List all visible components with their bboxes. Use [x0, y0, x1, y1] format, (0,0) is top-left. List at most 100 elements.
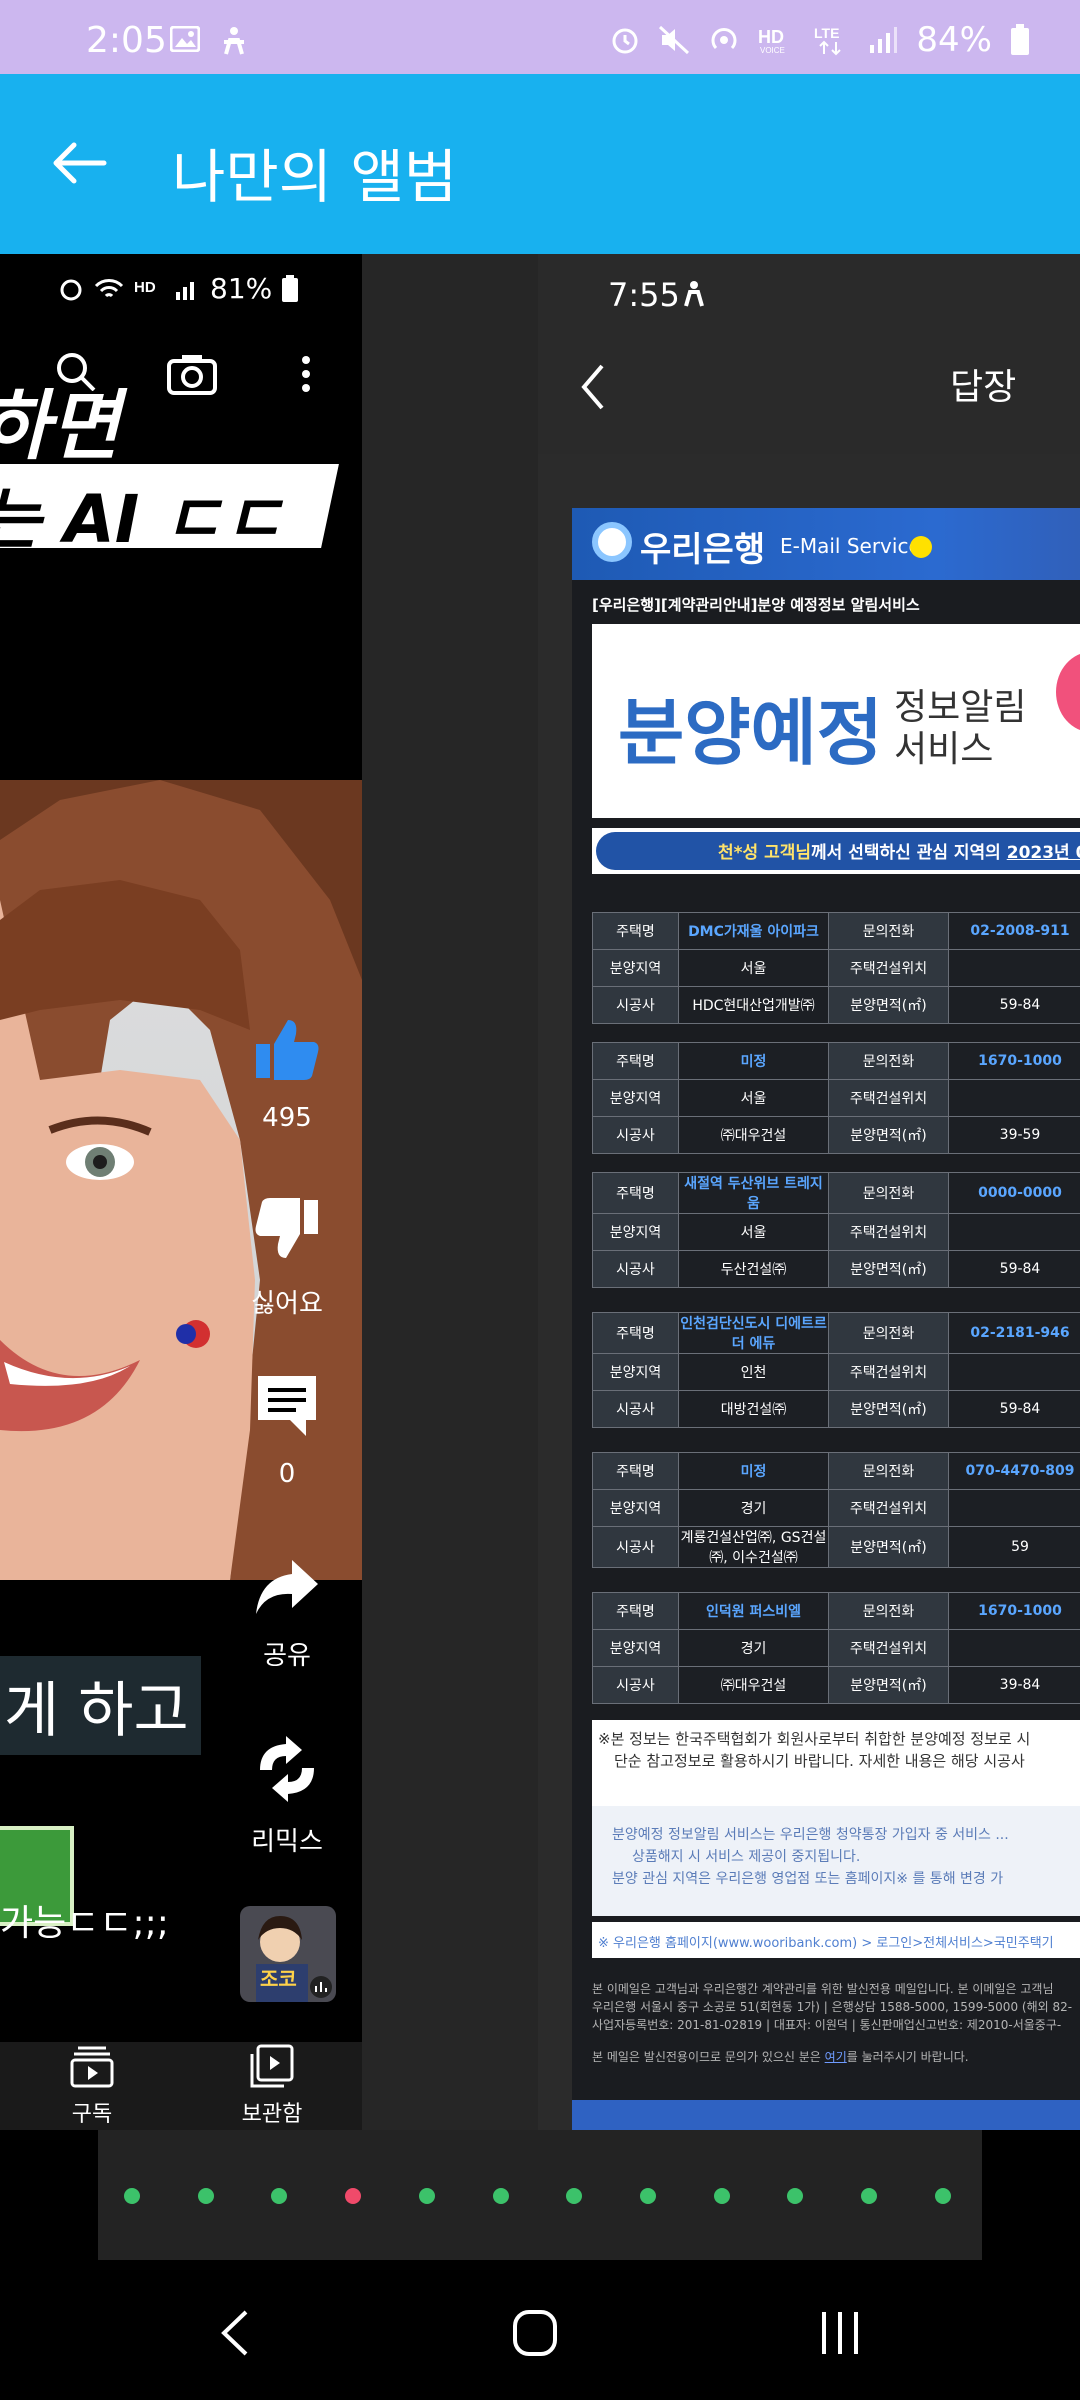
right-status-time: 7:55	[608, 276, 680, 314]
table-label: 주택명	[592, 1452, 679, 1490]
page-dot[interactable]	[197, 2188, 214, 2204]
hd-voice-icon: HD	[134, 279, 156, 296]
page-dot[interactable]	[492, 2188, 509, 2204]
nav-home-icon[interactable]	[505, 2308, 565, 2358]
video-caption-2: 가능ㄷㄷ;;;	[0, 1903, 169, 1944]
screen: 2:05 HD VOICE LTE 84% 나만의 앨범 HD 81% 면 는 …	[0, 0, 1080, 2400]
alarm-icon	[60, 279, 82, 300]
page-dot[interactable]	[861, 2188, 877, 2204]
page-dot[interactable]	[566, 2188, 583, 2204]
table-cell-empty	[948, 1353, 1080, 1391]
page-dot[interactable]	[639, 2188, 656, 2204]
note-line-2: 단순 참고정보로 활용하시기 바랍니다. 자세한 내용은 해당 시공사	[614, 1752, 1025, 1770]
status-bar: 2:05 HD VOICE LTE 84%	[0, 0, 1080, 74]
homepage-link-row: ※ 우리은행 홈페이지(www.wooribank.com) > 로그인>전체서…	[592, 1922, 1080, 1958]
footer-line-2: 우리은행 서울시 중구 소공로 51(회현동 1가) | 은행상담 1588-5…	[592, 2000, 1073, 2014]
table-cell-name: 미정	[678, 1452, 829, 1490]
table-cell-name: DMC가재울 아이파크	[678, 912, 829, 950]
back-chevron-icon[interactable]	[578, 362, 608, 412]
like-count: 495	[262, 1103, 312, 1133]
nav-subscriptions[interactable]: 구독	[42, 2042, 142, 2128]
screenshot-left[interactable]: HD 81% 하면 는 AI ㄷㄷ	[0, 254, 362, 2130]
like-button[interactable]: 495	[232, 1014, 342, 1133]
table-label: 주택건설위치	[828, 1629, 949, 1667]
table-cell-area: 59-84	[948, 1390, 1080, 1428]
notice-text: 께서 선택하신 관심 지역의	[811, 843, 1007, 863]
table-label: 분양면적(㎡)	[828, 986, 949, 1024]
back-arrow-icon[interactable]	[50, 138, 110, 188]
listing-table: 주택명 새절역 두산위브 트레지움 문의전화 0000-0000 분양지역 서울 주택건설위…	[592, 1172, 1080, 1288]
page-dot[interactable]	[787, 2188, 804, 2204]
hotspot-icon	[711, 28, 737, 50]
notice-customer: 천*성 고객님	[718, 843, 812, 863]
table-label: 주택건설위치	[828, 1079, 949, 1117]
svg-text:VOICE: VOICE	[760, 46, 785, 55]
email-subhead: [우리은행][계약관리안내]분양 예정정보 알림서비스	[592, 596, 920, 614]
page-dot[interactable]	[713, 2188, 730, 2204]
image-icon	[170, 26, 200, 52]
lte-icon: LTE	[814, 25, 842, 56]
nav-back-icon[interactable]	[206, 2308, 266, 2358]
svg-text:HD: HD	[758, 27, 784, 47]
comment-button[interactable]: 0	[232, 1370, 342, 1489]
table-cell-phone: 0000-0000	[948, 1172, 1080, 1214]
table-label: 주택명	[592, 1592, 679, 1630]
table-cell-name: 인덕원 퍼스비엘	[678, 1592, 829, 1630]
mail-toolbar: 7:55 답장	[538, 254, 1080, 454]
table-label: 분양면적(㎡)	[828, 1390, 949, 1428]
accessibility-icon	[224, 27, 244, 55]
channel-avatar[interactable]: 조코	[240, 1906, 336, 2002]
remix-button[interactable]: 리믹스	[232, 1734, 342, 1858]
table-label: 문의전화	[828, 1042, 949, 1080]
svg-text:조코: 조코	[260, 1967, 297, 1991]
table-label: 분양면적(㎡)	[828, 1666, 949, 1704]
email-banner: 분양예정 정보알림 서비스	[592, 624, 1080, 818]
status-time: 2:05	[86, 20, 167, 61]
mute-icon	[659, 25, 690, 55]
thumbs-down-icon	[255, 1198, 318, 1258]
remix-label: 리믹스	[251, 1827, 323, 1857]
service-dot-icon	[910, 536, 932, 558]
table-cell-phone: 1670-1000	[948, 1042, 1080, 1080]
table-label: 분양지역	[592, 1629, 679, 1667]
table-cell-region: 경기	[678, 1489, 829, 1527]
table-cell-builder: 두산건설㈜	[678, 1250, 829, 1288]
nav-recents-icon[interactable]	[810, 2308, 870, 2358]
share-button[interactable]: 공유	[232, 1554, 342, 1672]
page-dot[interactable]	[124, 2188, 140, 2204]
image-page-indicator[interactable]	[98, 2130, 982, 2260]
footer-line-1: 본 이메일은 고객님과 우리은행간 계약관리를 위한 발신전용 메일입니다. 본…	[592, 1982, 1054, 1996]
table-cell-area: 59-84	[948, 1250, 1080, 1288]
avatar-image: 조코	[256, 1916, 332, 2002]
left-battery: 81%	[210, 272, 273, 305]
page-dot[interactable]	[271, 2188, 288, 2204]
reply-button[interactable]: 답장	[950, 358, 1016, 410]
table-label: 시공사	[592, 986, 679, 1024]
image-viewer[interactable]: HD 81% 하면 는 AI ㄷㄷ	[0, 254, 1080, 2130]
notice-year: 2023년 0	[1006, 843, 1080, 863]
screenshot-right[interactable]: 7:55 답장 우리은행 E-Mail Service [우리은행][계약관리안…	[538, 254, 1080, 2130]
comment-count: 0	[278, 1459, 296, 1489]
table-label: 시공사	[592, 1666, 679, 1704]
nav-subscriptions-label: 구독	[71, 2102, 113, 2127]
page-dot-active[interactable]	[345, 2188, 362, 2204]
nav-library[interactable]: 보관함	[222, 2042, 322, 2128]
svg-text:LTE: LTE	[814, 25, 839, 41]
table-cell-region: 경기	[678, 1629, 829, 1667]
table-label: 주택명	[592, 1312, 679, 1354]
table-label: 분양지역	[592, 949, 679, 987]
banner-badge	[1056, 652, 1080, 732]
table-label: 주택명	[592, 1172, 679, 1214]
table-cell-phone: 02-2181-946	[948, 1312, 1080, 1354]
homepage-link[interactable]: ※ 우리은행 홈페이지(www.wooribank.com) > 로그인>전체서…	[598, 1932, 1054, 1951]
bank-logo	[592, 522, 632, 562]
battery-icon	[282, 274, 299, 302]
email-bottom-band	[572, 2100, 1080, 2130]
footer-contact-link[interactable]: 여기	[825, 2050, 847, 2064]
dislike-button[interactable]: 싫어요	[232, 1194, 342, 1320]
table-cell-region: 서울	[678, 949, 829, 987]
table-cell-phone: 070-4470-809	[948, 1452, 1080, 1490]
page-dot[interactable]	[934, 2188, 951, 2204]
battery-percent: 84%	[916, 20, 992, 60]
page-dot[interactable]	[418, 2188, 435, 2204]
